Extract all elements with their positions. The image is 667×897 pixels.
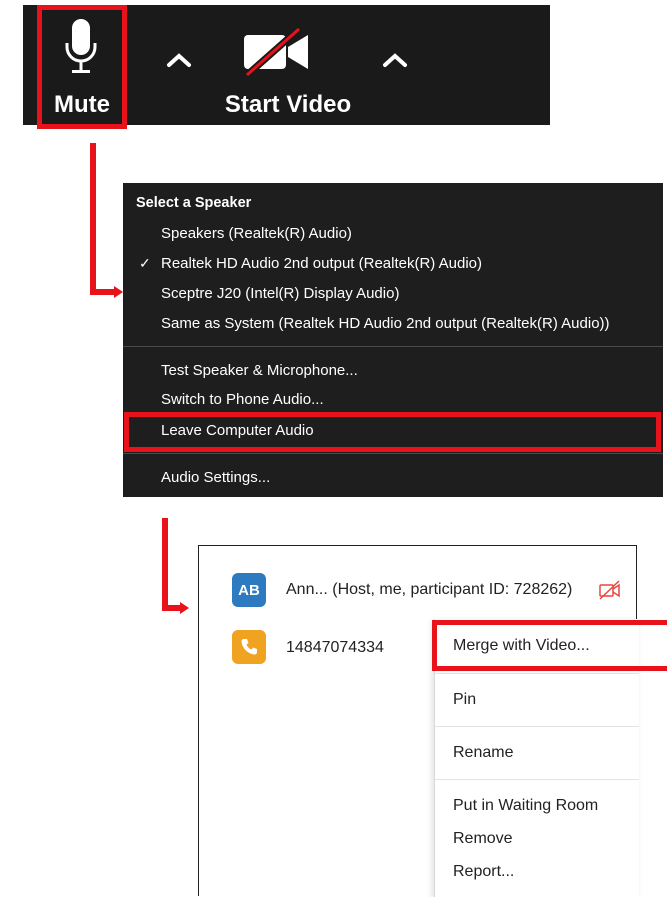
connector-line [90, 289, 116, 295]
avatar: AB [232, 573, 266, 607]
connector-line [162, 518, 168, 611]
speaker-option[interactable]: Sceptre J20 (Intel(R) Display Audio) [161, 285, 399, 302]
test-speaker-mic-item[interactable]: Test Speaker & Microphone... [161, 362, 358, 379]
menu-divider [435, 779, 639, 780]
host-participant-name[interactable]: Ann... (Host, me, participant ID: 728262… [286, 581, 572, 599]
rename-item[interactable]: Rename [453, 744, 513, 762]
video-off-icon [244, 27, 308, 77]
speaker-option[interactable]: Speakers (Realtek(R) Audio) [161, 225, 352, 242]
merge-video-highlight-box [432, 620, 667, 671]
connector-line [162, 605, 182, 611]
start-video-button[interactable]: Start Video [213, 5, 363, 125]
menu-divider [435, 726, 639, 727]
menu-divider [123, 346, 663, 347]
caret-up-icon[interactable] [166, 52, 192, 68]
connector-arrowhead [114, 286, 123, 298]
report-item[interactable]: Report... [453, 863, 514, 881]
phone-participant-number[interactable]: 14847074334 [286, 639, 384, 657]
menu-divider [435, 673, 639, 674]
start-video-label: Start Video [224, 91, 352, 118]
caret-up-icon[interactable] [382, 52, 408, 68]
speaker-option[interactable]: Same as System (Realtek HD Audio 2nd out… [161, 315, 610, 332]
pin-item[interactable]: Pin [453, 691, 476, 709]
mute-highlight-box [37, 5, 127, 129]
connector-arrowhead [180, 602, 189, 614]
remove-item[interactable]: Remove [453, 830, 513, 848]
connector-line [90, 143, 96, 295]
menu-divider [123, 453, 663, 454]
menu-heading: Select a Speaker [136, 195, 252, 211]
speaker-option-selected[interactable]: Realtek HD Audio 2nd output (Realtek(R) … [161, 255, 482, 272]
checkmark-icon: ✓ [139, 255, 151, 271]
leave-audio-highlight-box [124, 412, 661, 452]
switch-phone-audio-item[interactable]: Switch to Phone Audio... [161, 391, 324, 408]
audio-settings-item[interactable]: Audio Settings... [161, 469, 270, 486]
put-in-waiting-room-item[interactable]: Put in Waiting Room [453, 797, 598, 815]
phone-icon [232, 630, 266, 664]
participants-panel: AB Ann... (Host, me, participant ID: 728… [198, 545, 639, 897]
video-off-icon [599, 580, 620, 600]
